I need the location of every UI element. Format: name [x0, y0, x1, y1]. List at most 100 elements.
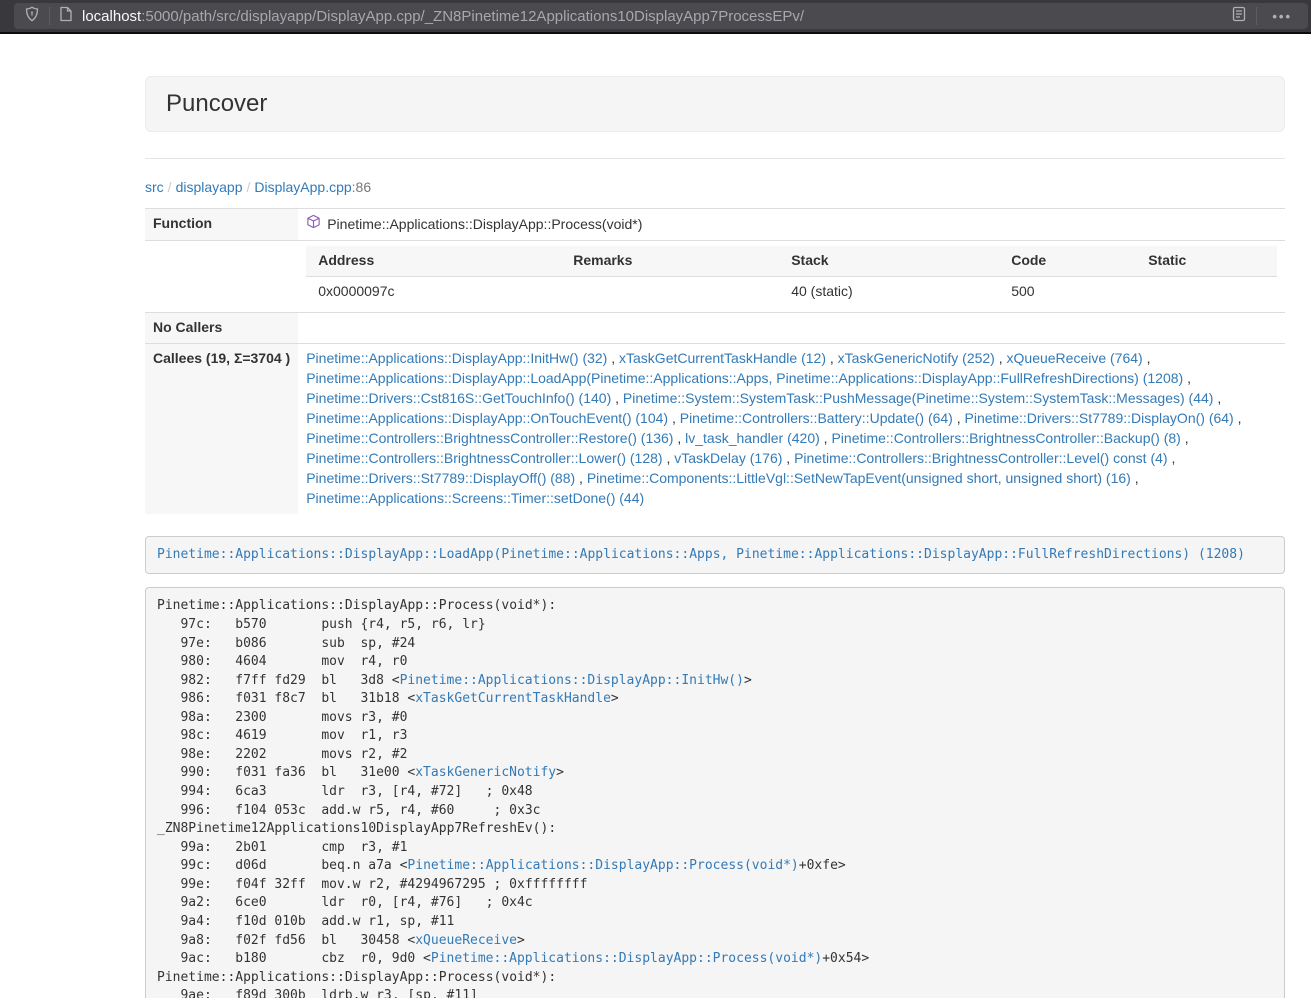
asm-address: 980: — [157, 653, 212, 672]
asm-mnemonic: beq.n — [321, 857, 360, 876]
page-info-icon[interactable] — [59, 6, 73, 26]
asm-address: 97e: — [157, 635, 212, 654]
asm-opcode: f04f 32ff — [235, 876, 321, 895]
detail-value-stack: 40 (static) — [779, 276, 999, 306]
asm-opcode: 2202 — [235, 746, 321, 765]
asm-mnemonic: movs — [321, 709, 352, 728]
asm-mnemonic: ldr — [321, 894, 352, 913]
asm-line: Pinetime::Applications::DisplayApp::Proc… — [157, 969, 1273, 988]
asm-address: 9ae: — [157, 987, 212, 998]
urlbar-divider — [49, 7, 50, 25]
asm-opcode: 2300 — [235, 709, 321, 728]
asm-opcode: f89d 300b — [235, 987, 321, 998]
callee-link[interactable]: Pinetime::Applications::DisplayApp::Init… — [306, 350, 607, 366]
breadcrumb-link[interactable]: displayapp — [176, 179, 243, 195]
asm-line: 99e:f04f 32ffmov.wr2, #4294967295 ; 0xff… — [157, 876, 1273, 895]
callee-link[interactable]: xTaskGetCurrentTaskHandle (12) — [619, 350, 826, 366]
callee-link[interactable]: Pinetime::Controllers::Battery::Update()… — [680, 410, 953, 426]
asm-symbol-link[interactable]: xTaskGetCurrentTaskHandle — [415, 691, 611, 706]
app-header: Puncover — [145, 76, 1285, 132]
column-header-static: Static — [1136, 246, 1277, 276]
callee-link[interactable]: Pinetime::Controllers::BrightnessControl… — [306, 450, 662, 466]
asm-symbol-link[interactable]: xQueueReceive — [415, 933, 517, 948]
asm-line: 9a8:f02f fd56bl30458 <xQueueReceive> — [157, 932, 1273, 951]
asm-symbol-link[interactable]: Pinetime::Applications::DisplayApp::Init… — [400, 673, 744, 688]
asm-line: 98c:4619movr1, r3 — [157, 727, 1273, 746]
callee-link[interactable]: Pinetime::Controllers::BrightnessControl… — [794, 450, 1167, 466]
asm-mnemonic: mov.w — [321, 876, 360, 895]
callee-link[interactable]: Pinetime::Applications::DisplayApp::Load… — [306, 370, 1183, 386]
callee-link[interactable]: Pinetime::Controllers::BrightnessControl… — [831, 430, 1180, 446]
asm-symbol-link[interactable]: Pinetime::Applications::DisplayApp::Proc… — [431, 951, 822, 966]
asm-mnemonic: bl — [321, 932, 352, 951]
asm-line: 986:f031 f8c7bl31b18 <xTaskGetCurrentTas… — [157, 690, 1273, 709]
column-header-stack: Stack — [779, 246, 999, 276]
page-title: Puncover — [166, 90, 1264, 118]
callee-link[interactable]: vTaskDelay (176) — [674, 450, 782, 466]
callee-link[interactable]: xTaskGenericNotify (252) — [838, 350, 995, 366]
asm-mnemonic: ldr — [321, 783, 352, 802]
shield-icon[interactable] — [24, 6, 40, 26]
asm-opcode: f02f fd56 — [235, 932, 321, 951]
callee-link[interactable]: Pinetime::System::SystemTask::PushMessag… — [623, 390, 1214, 406]
asm-opcode: f031 f8c7 — [235, 690, 321, 709]
reader-mode-icon[interactable] — [1231, 6, 1247, 26]
url-text[interactable]: localhost:5000/path/src/displayapp/Displ… — [82, 8, 1231, 25]
page-container: Puncover src/displayapp/DisplayApp.cpp:8… — [145, 34, 1285, 998]
callees-list: Pinetime::Applications::DisplayApp::Init… — [298, 343, 1285, 513]
callee-link[interactable]: lv_task_handler (420) — [685, 430, 820, 446]
asm-address: 99c: — [157, 857, 212, 876]
asm-mnemonic: mov — [321, 653, 352, 672]
loadapp-code-box: Pinetime::Applications::DisplayApp::Load… — [145, 536, 1285, 575]
asm-opcode: f031 fa36 — [235, 764, 321, 783]
callee-link[interactable]: xQueueReceive (764) — [1007, 350, 1143, 366]
url-path: :5000/path/src/displayapp/DisplayApp.cpp… — [141, 8, 804, 25]
function-name: Pinetime::Applications::DisplayApp::Proc… — [327, 215, 642, 235]
details-value-row: 0x0000097c40 (static)500 — [306, 276, 1277, 306]
asm-address: 97c: — [157, 616, 212, 635]
asm-opcode: 4604 — [235, 653, 321, 672]
asm-function-label: _ZN8Pinetime12Applications10DisplayApp7R… — [157, 821, 556, 836]
asm-address: 99e: — [157, 876, 212, 895]
asm-line: 98a:2300movsr3, #0 — [157, 709, 1273, 728]
asm-opcode: f104 053c — [235, 802, 321, 821]
asm-address: 986: — [157, 690, 212, 709]
breadcrumb-line-number: :86 — [352, 179, 371, 195]
asm-function-label: Pinetime::Applications::DisplayApp::Proc… — [157, 598, 556, 613]
callee-link[interactable]: Pinetime::Applications::Screens::Timer::… — [306, 490, 644, 506]
asm-address: 9ac: — [157, 950, 212, 969]
asm-line: 996:f104 053cadd.wr5, r4, #60 ; 0x3c — [157, 802, 1273, 821]
callee-link[interactable]: Pinetime::Drivers::St7789::DisplayOff() … — [306, 470, 575, 486]
asm-address: 982: — [157, 672, 212, 691]
column-header-code: Code — [999, 246, 1136, 276]
url-bar[interactable]: localhost:5000/path/src/displayapp/Displ… — [14, 3, 1308, 29]
asm-line: _ZN8Pinetime12Applications10DisplayApp7R… — [157, 820, 1273, 839]
details-header-row: AddressRemarksStackCodeStatic — [306, 246, 1277, 276]
more-options-icon[interactable]: ••• — [1266, 9, 1298, 24]
loadapp-link[interactable]: Pinetime::Applications::DisplayApp::Load… — [157, 547, 1245, 562]
browser-chrome: localhost:5000/path/src/displayapp/Displ… — [0, 0, 1311, 34]
asm-address: 98e: — [157, 746, 212, 765]
callees-label: Callees (19, Σ=3704 ) — [145, 343, 298, 513]
breadcrumb-link[interactable]: src — [145, 179, 164, 195]
callee-link[interactable]: Pinetime::Components::LittleVgl::SetNewT… — [587, 470, 1131, 486]
breadcrumb-link[interactable]: DisplayApp.cpp — [254, 179, 351, 195]
callee-link[interactable]: Pinetime::Drivers::St7789::DisplayOn() (… — [965, 410, 1234, 426]
asm-line: 97c:b570push{r4, r5, r6, lr} — [157, 616, 1273, 635]
detail-value-remarks — [561, 276, 779, 306]
asm-address: 98a: — [157, 709, 212, 728]
asm-symbol-link[interactable]: xTaskGenericNotify — [415, 765, 556, 780]
asm-symbol-link[interactable]: Pinetime::Applications::DisplayApp::Proc… — [407, 858, 798, 873]
column-header-address: Address — [306, 246, 561, 276]
asm-mnemonic: ldrb.w — [321, 987, 368, 998]
asm-opcode: f10d 010b — [235, 913, 321, 932]
callee-link[interactable]: Pinetime::Applications::DisplayApp::OnTo… — [306, 410, 668, 426]
asm-mnemonic: mov — [321, 727, 352, 746]
callee-link[interactable]: Pinetime::Controllers::BrightnessControl… — [306, 430, 673, 446]
asm-line: 9ae:f89d 300bldrb.wr3, [sp, #11] — [157, 987, 1273, 998]
detail-value-code: 500 — [999, 276, 1136, 306]
url-host: localhost — [82, 8, 141, 25]
callee-link[interactable]: Pinetime::Drivers::Cst816S::GetTouchInfo… — [306, 390, 611, 406]
asm-opcode: f7ff fd29 — [235, 672, 321, 691]
column-header-remarks: Remarks — [561, 246, 779, 276]
